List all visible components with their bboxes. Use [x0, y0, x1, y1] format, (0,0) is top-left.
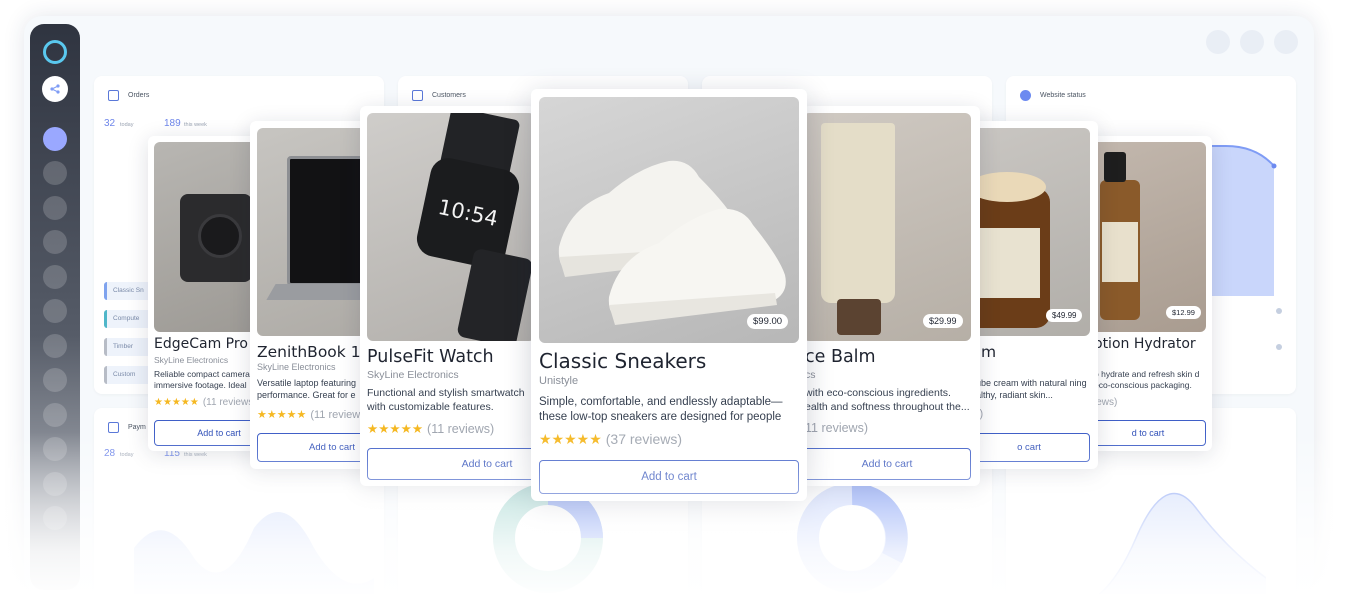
price-badge: $29.99	[923, 314, 963, 328]
review-count: 11 reviews)	[805, 421, 868, 435]
product-description: g tube cream with natural ning healthy, …	[968, 378, 1087, 400]
nav-item[interactable]	[43, 230, 67, 254]
product-card[interactable]: $29.99 ce Balm cs with eco-conscious ing…	[803, 106, 980, 486]
product-brand: SkyLine Electronics	[154, 355, 229, 365]
review-count: (37 reviews)	[605, 431, 683, 447]
stat-value: 189	[164, 118, 181, 129]
rating-stars: ★★★★★ (11 reviews)	[154, 397, 257, 408]
status-dot	[1276, 308, 1282, 314]
product-brand: SkyLine Electronics	[367, 369, 459, 381]
price-badge: $12.99	[1166, 306, 1201, 319]
add-to-cart-button[interactable]: Add to cart	[803, 448, 971, 480]
review-count: (11 reviews)	[427, 422, 495, 436]
add-to-cart-button[interactable]: Add to cart	[367, 448, 535, 480]
product-card[interactable]: $12.99 otion Hydrator o hydrate and refr…	[1090, 136, 1212, 451]
nav-item[interactable]	[43, 506, 67, 530]
calendar-icon	[108, 422, 119, 433]
settings-button[interactable]	[1240, 30, 1264, 54]
calendar-icon	[108, 90, 119, 101]
tile-title: Customers	[432, 92, 466, 99]
price-badge: $99.00	[747, 314, 789, 329]
globe-icon	[1020, 90, 1031, 101]
review-count: (11 reviews)	[202, 397, 257, 408]
add-to-cart-button[interactable]: Add to cart	[539, 460, 799, 494]
product-description: o hydrate and refresh skin d eco-conscio…	[1094, 369, 1200, 391]
tile-title: Orders	[128, 92, 150, 99]
product-brand: Unistyle	[539, 375, 579, 387]
rating-stars: 11 reviews)	[805, 421, 868, 435]
product-name: ZenithBook 14	[257, 343, 371, 361]
stat-label: today	[120, 122, 134, 128]
product-description: Reliable compact camera for immersive fo…	[154, 369, 263, 391]
donut-chart	[797, 483, 908, 593]
nav-item[interactable]	[43, 368, 67, 392]
rating-stars: ★★★★★ (11 reviews)	[367, 422, 495, 436]
product-description: Functional and stylish smartwatch with c…	[367, 387, 525, 415]
add-to-cart-button[interactable]: o cart	[968, 433, 1090, 462]
nav-item[interactable]	[43, 196, 67, 220]
payments-chart	[134, 512, 374, 594]
stat-label: today	[120, 452, 134, 458]
status-dot	[1276, 344, 1282, 350]
product-brand: SkyLine Electronics	[257, 362, 336, 372]
app-logo	[43, 40, 67, 64]
product-card-featured[interactable]: $99.00 Classic Sneakers Unistyle Simple,…	[531, 89, 807, 501]
stat-label: this week	[184, 452, 207, 458]
product-image	[539, 97, 799, 343]
nav-item[interactable]	[43, 334, 67, 358]
stat-value: 28	[104, 448, 116, 459]
nav-item[interactable]	[43, 161, 67, 185]
product-name: ce Balm	[805, 347, 876, 367]
nav-item-dashboard[interactable]	[43, 127, 67, 151]
tile-title: Paym	[128, 424, 146, 431]
profile-avatar[interactable]	[1274, 30, 1298, 54]
product-card[interactable]: 10:54 PulseFit Watch SkyLine Electronics…	[360, 106, 535, 486]
product-image: 10:54	[367, 113, 535, 341]
product-description: Versatile laptop featuring performance. …	[257, 378, 357, 400]
stat-value: 32	[104, 118, 116, 129]
tile-title: Website status	[1040, 92, 1086, 99]
rating-stars: ★★★★★ (11 reviews)	[257, 409, 370, 421]
nav-item[interactable]	[43, 299, 67, 323]
product-description: Simple, comfortable, and endlessly adapt…	[539, 396, 783, 423]
product-image	[803, 113, 971, 341]
add-to-cart-button[interactable]: d to cart	[1090, 420, 1206, 446]
calendar-icon	[412, 90, 423, 101]
product-description: with eco-conscious ingredients. ealth an…	[805, 387, 970, 413]
price-badge: $49.99	[1046, 309, 1083, 322]
product-image	[1090, 142, 1206, 332]
nav-item[interactable]	[43, 472, 67, 496]
product-name: EdgeCam Pro	[154, 336, 248, 352]
notifications-button[interactable]	[1206, 30, 1230, 54]
nav-item[interactable]	[43, 437, 67, 461]
share-button[interactable]	[42, 76, 68, 102]
product-card[interactable]: $49.99 eam g tube cream with natural nin…	[968, 121, 1098, 469]
sidebar	[30, 24, 80, 590]
product-name: Classic Sneakers	[539, 349, 707, 373]
nav-item[interactable]	[43, 265, 67, 289]
nav-item[interactable]	[43, 403, 67, 427]
stat-label: this week	[184, 122, 207, 128]
product-name: PulseFit Watch	[367, 347, 494, 367]
sneakers-illustration	[558, 160, 786, 325]
share-icon	[50, 84, 60, 94]
product-image	[968, 128, 1090, 336]
area-chart	[1098, 492, 1266, 594]
rating-stars: ★★★★★ (37 reviews)	[539, 431, 683, 447]
product-name: otion Hydrator	[1094, 336, 1196, 352]
